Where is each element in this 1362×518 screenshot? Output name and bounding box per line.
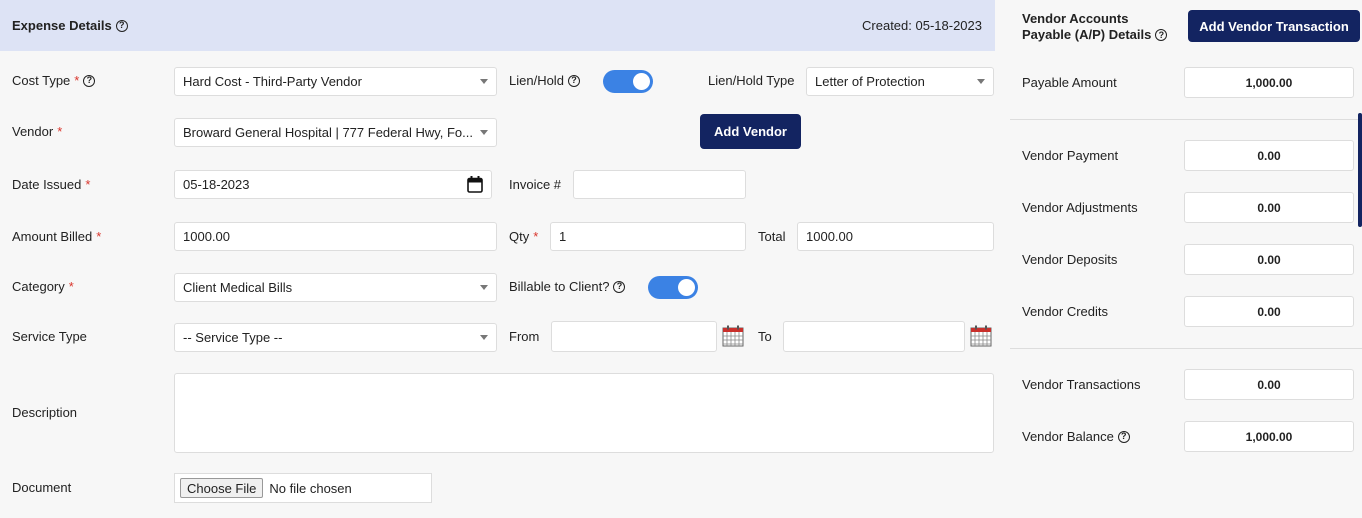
expense-header: Expense Details ? Created: 05-18-2023 — [0, 0, 995, 51]
vendor-ap-panel: Vendor Accounts Payable (A/P) Details ? … — [1010, 0, 1362, 518]
required-mark: * — [96, 229, 102, 244]
choose-file-button[interactable]: Choose File — [180, 478, 264, 498]
to-label: To — [758, 329, 772, 344]
required-mark: * — [68, 279, 74, 294]
vendor-balance-label: Vendor Balance ? — [1022, 429, 1130, 444]
vendor-deposits-label: Vendor Deposits — [1022, 252, 1118, 267]
help-icon[interactable]: ? — [83, 74, 96, 87]
document-file-input[interactable]: Choose File No file chosen — [174, 473, 432, 503]
to-date-input[interactable] — [783, 321, 965, 352]
amount-billed-label: Amount Billed * — [12, 229, 102, 244]
vendor-label: Vendor * — [12, 124, 63, 139]
total-input[interactable]: 1000.00 — [797, 222, 994, 251]
chevron-down-icon — [480, 79, 488, 84]
cost-type-select[interactable]: Hard Cost - Third-Party Vendor — [174, 67, 497, 96]
scrollbar-thumb[interactable] — [1358, 113, 1362, 227]
file-status: No file chosen — [269, 480, 352, 496]
vendor-credits-value: 0.00 — [1184, 296, 1354, 327]
description-label: Description — [12, 405, 78, 420]
description-textarea[interactable] — [174, 373, 994, 453]
date-issued-input[interactable]: 05-18-2023 — [174, 170, 492, 199]
payable-amount-label: Payable Amount — [1022, 75, 1117, 90]
vendor-transactions-value: 0.00 — [1184, 369, 1354, 400]
vendor-balance-value: 1,000.00 — [1184, 421, 1354, 452]
category-label: Category * — [12, 279, 74, 294]
vendor-deposits-value: 0.00 — [1184, 244, 1354, 275]
calendar-icon[interactable] — [970, 325, 992, 347]
required-mark: * — [74, 73, 80, 88]
lien-hold-toggle[interactable] — [603, 70, 653, 93]
date-issued-label: Date Issued * — [12, 177, 91, 192]
vendor-select[interactable]: Broward General Hospital | 777 Federal H… — [174, 118, 497, 147]
qty-label: Qty * — [509, 229, 539, 244]
qty-input[interactable]: 1 — [550, 222, 746, 251]
vendor-payment-label: Vendor Payment — [1022, 148, 1119, 163]
divider — [1010, 119, 1362, 120]
invoice-label: Invoice # — [509, 177, 562, 192]
total-label: Total — [758, 229, 786, 244]
amount-billed-input[interactable]: 1000.00 — [174, 222, 497, 251]
expense-title: Expense Details ? — [12, 18, 128, 33]
required-mark: * — [57, 124, 63, 139]
payable-amount-value: 1,000.00 — [1184, 67, 1354, 98]
created-date: Created: 05-18-2023 — [862, 18, 982, 33]
help-icon[interactable]: ? — [1117, 430, 1130, 443]
expense-details-panel: Expense Details ? Created: 05-18-2023 Co… — [0, 0, 995, 518]
category-select[interactable]: Client Medical Bills — [174, 273, 497, 302]
chevron-down-icon — [480, 335, 488, 340]
service-type-select[interactable]: -- Service Type -- — [174, 323, 497, 352]
vendor-credits-label: Vendor Credits — [1022, 304, 1108, 319]
calendar-icon[interactable] — [722, 325, 744, 347]
chevron-down-icon — [480, 285, 488, 290]
cost-type-label: Cost Type * ? — [12, 73, 96, 88]
help-icon[interactable]: ? — [115, 19, 128, 32]
vendor-transactions-label: Vendor Transactions — [1022, 377, 1141, 392]
chevron-down-icon — [480, 130, 488, 135]
help-icon[interactable]: ? — [1155, 29, 1168, 41]
toggle-knob — [633, 73, 650, 90]
add-vendor-transaction-button[interactable]: Add Vendor Transaction — [1188, 10, 1360, 42]
toggle-knob — [678, 279, 695, 296]
document-label: Document — [12, 480, 72, 495]
divider — [1010, 348, 1362, 349]
from-label: From — [509, 329, 540, 344]
vendor-ap-title: Vendor Accounts Payable (A/P) Details ? — [1022, 11, 1192, 43]
chevron-down-icon — [977, 79, 985, 84]
billable-label: Billable to Client? ? — [509, 279, 626, 294]
required-mark: * — [533, 229, 539, 244]
vendor-adjustments-label: Vendor Adjustments — [1022, 200, 1138, 215]
vendor-adjustments-value: 0.00 — [1184, 192, 1354, 223]
invoice-input[interactable] — [573, 170, 746, 199]
vendor-payment-value: 0.00 — [1184, 140, 1354, 171]
required-mark: * — [85, 177, 91, 192]
lien-hold-label: Lien/Hold ? — [509, 73, 580, 88]
from-date-input[interactable] — [551, 321, 717, 352]
billable-toggle[interactable] — [648, 276, 698, 299]
lien-hold-type-label: Lien/Hold Type — [708, 73, 795, 88]
lien-hold-type-select[interactable]: Letter of Protection — [806, 67, 994, 96]
help-icon[interactable]: ? — [613, 280, 626, 293]
calendar-icon[interactable] — [467, 176, 483, 193]
help-icon[interactable]: ? — [567, 74, 580, 87]
add-vendor-button[interactable]: Add Vendor — [700, 114, 801, 149]
service-type-label: Service Type — [12, 329, 87, 344]
